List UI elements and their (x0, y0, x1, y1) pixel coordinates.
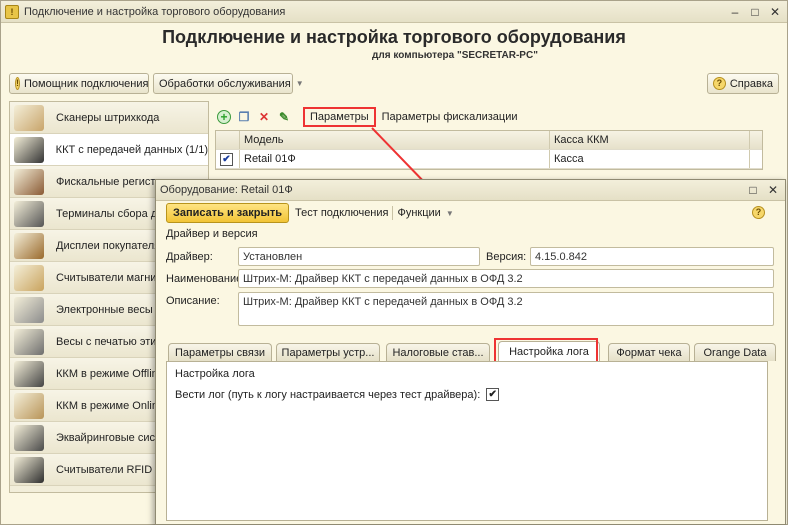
maximize-icon[interactable]: □ (745, 182, 761, 198)
log-checkbox[interactable]: ✔ (486, 388, 500, 401)
name-label: Наименование: (166, 272, 246, 285)
description-field[interactable]: Штрих-М: Драйвер ККТ с передачей данных … (238, 292, 774, 326)
dialog-title: Оборудование: Retail 01Ф (160, 184, 293, 196)
log-settings-pane: Настройка лога Вести лог (путь к логу на… (166, 361, 768, 521)
version-label: Версия: (486, 250, 527, 263)
driver-section-label: Драйвер и версия (166, 228, 258, 240)
log-option-label: Вести лог (путь к логу настраивается чер… (175, 388, 481, 401)
tab-device-params[interactable]: Параметры устр... (276, 343, 380, 361)
dialog-titlebar: Оборудование: Retail 01Ф □ ✕ (156, 180, 785, 201)
save-and-close-button[interactable]: Записать и закрыть (166, 203, 290, 223)
tab-receipt-format[interactable]: Формат чека (608, 343, 690, 361)
tab-connection-params[interactable]: Параметры связи (168, 343, 272, 361)
toolbar-divider (392, 206, 394, 220)
tab-tax-rates[interactable]: Налоговые став... (386, 343, 490, 361)
close-icon[interactable]: ✕ (765, 182, 781, 198)
test-connection-button[interactable]: Тест подключения (295, 207, 388, 219)
name-field[interactable]: Штрих-М: Драйвер ККТ с передачей данных … (238, 269, 774, 288)
log-section-label: Настройка лога (175, 368, 255, 380)
equipment-dialog: Оборудование: Retail 01Ф □ ✕ Записать и … (155, 179, 786, 525)
chevron-down-icon: ▼ (445, 209, 454, 218)
description-label: Описание: (166, 295, 220, 307)
functions-label: Функции (397, 207, 441, 219)
help-icon[interactable]: ? (752, 206, 765, 219)
version-field[interactable]: 4.15.0.842 (530, 247, 774, 266)
functions-dropdown[interactable]: Функции ▼ (397, 207, 453, 219)
driver-label: Драйвер: (166, 250, 213, 263)
tab-orange-data[interactable]: Orange Data (694, 343, 776, 361)
dialog-toolbar: Записать и закрыть Тест подключения Функ… (166, 202, 454, 224)
driver-field[interactable]: Установлен (238, 247, 480, 266)
